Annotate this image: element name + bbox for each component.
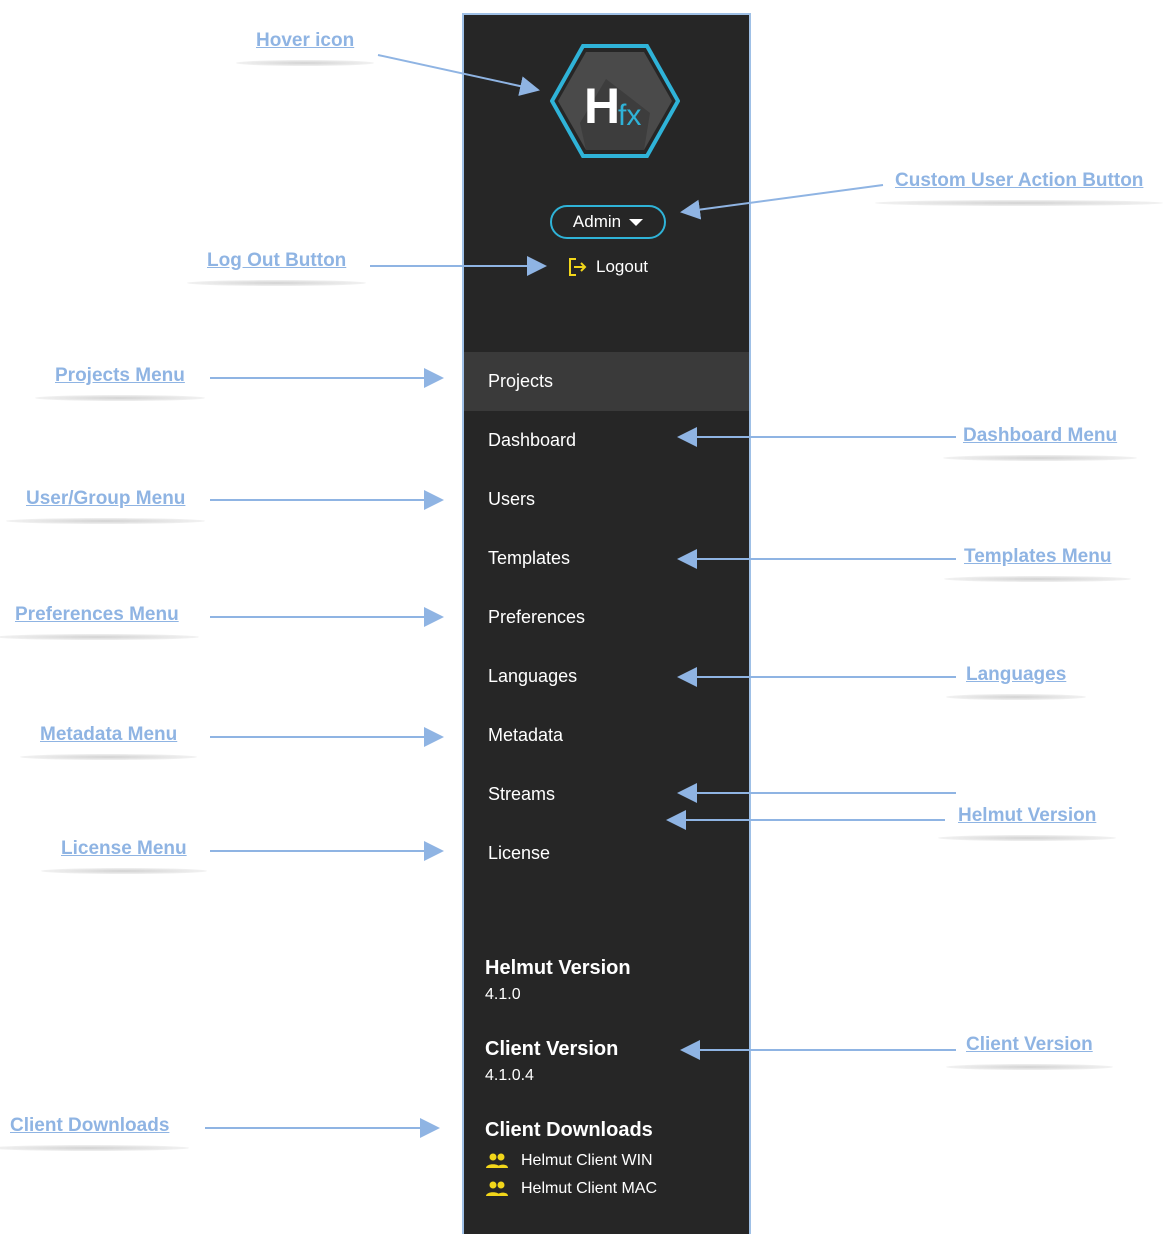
annotation-license-menu: License Menu: [41, 838, 207, 874]
annotation-custom-user-action: Custom User Action Button: [874, 170, 1164, 206]
annotation-client-version: Client Version: [946, 1034, 1113, 1070]
annotation-client-downloads: Client Downloads: [0, 1115, 190, 1151]
annotation-languages: Languages: [945, 664, 1087, 700]
annotation-hover-icon: Hover icon: [235, 30, 375, 66]
annotation-log-out-button: Log Out Button: [186, 250, 367, 286]
annotation-helmut-version: Helmut Version: [937, 805, 1117, 841]
annotation-metadata-menu: Metadata Menu: [19, 724, 198, 760]
annotation-projects-menu: Projects Menu: [35, 365, 205, 401]
annotation-dashboard-menu: Dashboard Menu: [942, 425, 1138, 461]
annotation-user-group-menu: User/Group Menu: [5, 488, 206, 524]
annotation-templates-menu: Templates Menu: [943, 546, 1133, 582]
annotation-preferences-menu: Preferences Menu: [0, 604, 199, 640]
